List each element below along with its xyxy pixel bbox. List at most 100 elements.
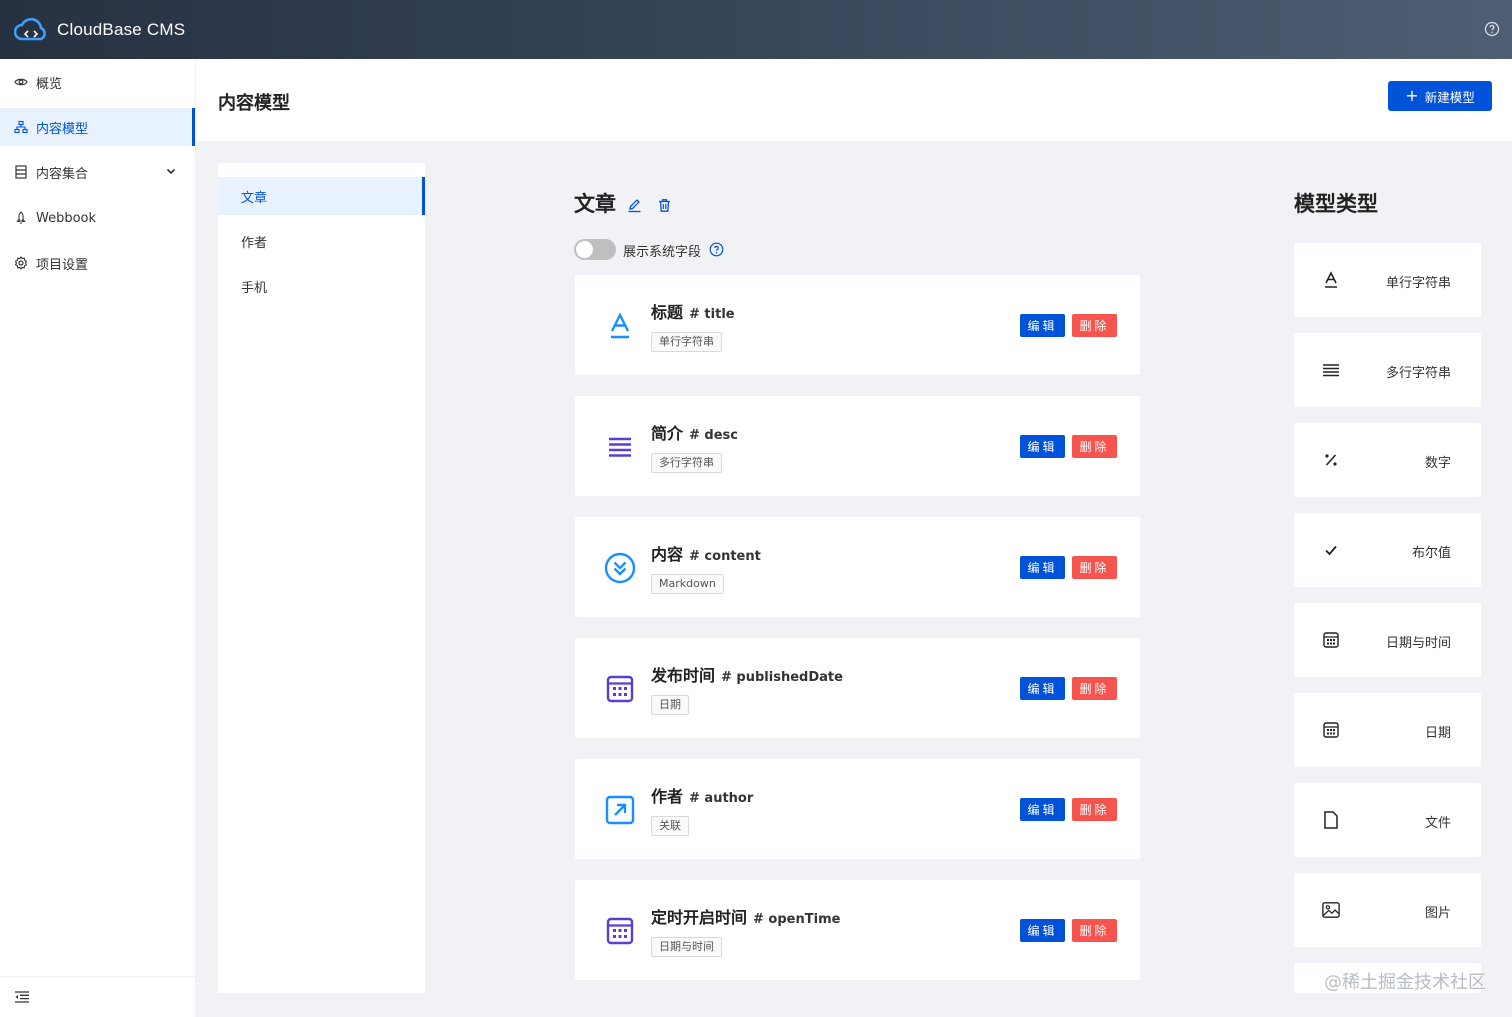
calendar-icon	[1322, 721, 1340, 739]
app-title: CloudBase CMS	[57, 19, 186, 39]
toggle-knob	[576, 241, 593, 258]
field-key: # content	[689, 549, 761, 564]
type-label: 单行字符串	[1385, 276, 1451, 291]
edit-field-button[interactable]: 编辑	[1020, 556, 1065, 579]
field-type-tag: 日期与时间	[651, 937, 722, 957]
type-card-number[interactable]: 数字	[1294, 423, 1481, 497]
sidebar-item-label: 内容集合	[36, 166, 89, 182]
type-card-file[interactable]: 文件	[1294, 783, 1481, 857]
new-model-button[interactable]: + 新建模型	[1388, 81, 1492, 111]
type-label: 多行字符串	[1385, 366, 1451, 381]
sidebar-item-label: 概览	[36, 76, 63, 92]
sidebar-item-settings[interactable]: 项目设置	[0, 244, 195, 282]
field-type-tag: 多行字符串	[651, 453, 722, 473]
sidebar-item-label: Webbook	[36, 210, 97, 226]
edit-field-button[interactable]: 编辑	[1020, 798, 1065, 821]
database-icon	[14, 165, 28, 179]
type-label: 日期与时间	[1385, 636, 1451, 651]
type-label: 日期	[1424, 726, 1451, 741]
field-name: 内容 # content	[651, 545, 761, 564]
type-label: 数字	[1424, 456, 1451, 471]
field-card: 内容 # content Markdown 编辑 删除	[575, 517, 1140, 617]
eye-icon	[14, 75, 28, 89]
model-list: 文章 作者 手机	[218, 163, 425, 993]
type-label: 图片	[1424, 906, 1451, 921]
watermark: @稀土掘金技术社区	[1324, 972, 1486, 993]
delete-field-button[interactable]: 删除	[1072, 435, 1117, 458]
sitemap-icon	[14, 120, 28, 134]
trash-icon[interactable]	[657, 198, 672, 213]
field-type-tag: 单行字符串	[651, 332, 722, 352]
collapse-menu-icon[interactable]	[14, 989, 30, 1005]
model-item[interactable]: 文章	[218, 177, 425, 215]
field-key: # publishedDate	[721, 670, 843, 685]
page-header: 内容模型 + 新建模型	[196, 59, 1512, 141]
delete-field-button[interactable]: 删除	[1072, 919, 1117, 942]
type-card-multi-line[interactable]: 多行字符串	[1294, 333, 1481, 407]
text-a-icon	[603, 309, 637, 343]
system-fields-toggle[interactable]	[574, 239, 616, 260]
field-name: 作者 # author	[651, 787, 754, 806]
type-card-datetime[interactable]: 日期与时间	[1294, 603, 1481, 677]
cloudbase-logo-icon	[14, 17, 46, 40]
edit-field-button[interactable]: 编辑	[1020, 919, 1065, 942]
type-card-boolean[interactable]: 布尔值	[1294, 513, 1481, 587]
field-key: # author	[689, 791, 754, 806]
field-card: 定时开启时间 # openTime 日期与时间 编辑 删除	[575, 880, 1140, 980]
types-title: 模型类型	[1294, 192, 1378, 216]
field-type-tag: Markdown	[651, 574, 724, 594]
sidebar-item-content-model[interactable]: 内容模型	[0, 108, 195, 146]
text-a-icon	[1322, 271, 1340, 289]
field-card: 简介 # desc 多行字符串 编辑 删除	[575, 396, 1140, 496]
rocket-icon	[14, 211, 28, 225]
system-fields-label: 展示系统字段	[623, 245, 702, 260]
field-card: 标题 # title 单行字符串 编辑 删除	[575, 275, 1140, 375]
edit-field-button[interactable]: 编辑	[1020, 677, 1065, 700]
field-key: # desc	[689, 428, 739, 443]
field-type-tag: 关联	[651, 816, 689, 836]
field-name: 标题 # title	[651, 303, 735, 322]
type-card-single-line[interactable]: 单行字符串	[1294, 243, 1481, 317]
delete-field-button[interactable]: 删除	[1072, 556, 1117, 579]
help-icon[interactable]	[1484, 21, 1500, 37]
field-type-tag: 日期	[651, 695, 689, 715]
top-bar: CloudBase CMS	[0, 0, 1512, 59]
link-arrow-icon	[603, 793, 637, 827]
sidebar: 概览 内容模型 内容集合 Webbook 项目设置	[0, 59, 196, 1017]
model-item[interactable]: 作者	[218, 222, 425, 260]
delete-field-button[interactable]: 删除	[1072, 314, 1117, 337]
page-title: 内容模型	[218, 93, 290, 114]
percent-icon	[1322, 451, 1340, 469]
edit-icon[interactable]	[627, 198, 642, 213]
calendar-icon	[603, 914, 637, 948]
help-icon[interactable]	[709, 242, 724, 257]
sidebar-item-label: 内容模型	[36, 121, 89, 137]
model-title: 文章	[574, 192, 616, 216]
file-icon	[1322, 811, 1340, 829]
field-card: 作者 # author 关联 编辑 删除	[575, 759, 1140, 859]
chevron-down-icon[interactable]	[165, 165, 177, 177]
sidebar-item-webbook[interactable]: Webbook	[0, 199, 195, 237]
type-card-image[interactable]: 图片	[1294, 873, 1481, 947]
sidebar-item-overview[interactable]: 概览	[0, 63, 195, 101]
field-name: 简介 # desc	[651, 424, 739, 443]
delete-field-button[interactable]: 删除	[1072, 798, 1117, 821]
type-card-date[interactable]: 日期	[1294, 693, 1481, 767]
edit-field-button[interactable]: 编辑	[1020, 435, 1065, 458]
delete-field-button[interactable]: 删除	[1072, 677, 1117, 700]
markdown-icon	[603, 551, 637, 585]
sidebar-item-label: 项目设置	[36, 257, 89, 273]
calendar-icon	[603, 672, 637, 706]
field-card: 发布时间 # publishedDate 日期 编辑 删除	[575, 638, 1140, 738]
gear-icon	[14, 256, 28, 270]
new-model-label: 新建模型	[1424, 89, 1475, 105]
model-item[interactable]: 手机	[218, 267, 425, 305]
sidebar-footer	[0, 976, 195, 1017]
field-name: 发布时间 # publishedDate	[651, 666, 843, 685]
field-name: 定时开启时间 # openTime	[651, 908, 841, 927]
type-label: 文件	[1424, 816, 1451, 831]
field-key: # title	[689, 307, 735, 322]
type-label: 布尔值	[1411, 546, 1451, 561]
edit-field-button[interactable]: 编辑	[1020, 314, 1065, 337]
sidebar-item-content-collection[interactable]: 内容集合	[0, 153, 195, 191]
